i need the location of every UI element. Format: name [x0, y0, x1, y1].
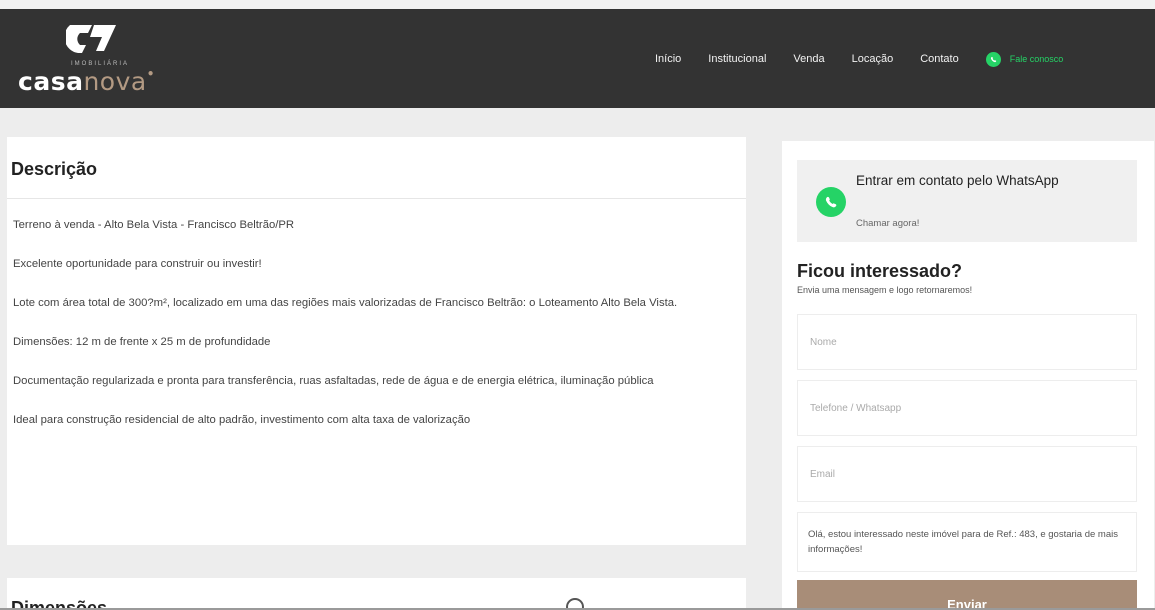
logo-word-nova: nova — [83, 67, 147, 96]
contact-form-subtitle: Envia uma mensagem e logo retornaremos! — [797, 285, 973, 295]
name-input[interactable] — [797, 314, 1137, 370]
nav-venda[interactable]: Venda — [793, 53, 824, 65]
description-divider — [7, 198, 746, 199]
message-textarea[interactable]: Olá, estou interessado neste imóvel para… — [797, 512, 1137, 572]
logo-wordmark: casanova• — [18, 67, 155, 96]
nav-locacao[interactable]: Locação — [852, 53, 894, 65]
description-paragraph: Excelente oportunidade para construir ou… — [13, 258, 262, 270]
nav-whatsapp-link[interactable]: Fale conosco — [985, 51, 1064, 67]
email-input[interactable] — [797, 446, 1137, 502]
top-strip — [0, 0, 1155, 9]
dimensions-card: Dimensões — [7, 578, 746, 610]
whatsapp-icon — [816, 187, 846, 217]
description-paragraph: Terreno à venda - Alto Bela Vista - Fran… — [13, 219, 295, 231]
logo-registered-icon: • — [146, 67, 155, 81]
contact-form-title: Ficou interessado? — [797, 261, 963, 281]
description-paragraph: Documentação regularizada e pronta para … — [13, 375, 654, 387]
send-button[interactable]: Enviar — [797, 580, 1137, 610]
description-paragraph: Lote com área total de 300?m², localizad… — [13, 297, 678, 309]
phone-input[interactable] — [797, 380, 1137, 436]
nav-whatsapp-label: Fale conosco — [1009, 54, 1064, 64]
nav-inicio[interactable]: Início — [655, 53, 681, 65]
description-title: Descrição — [11, 159, 98, 179]
description-card: Descrição Terreno à venda - Alto Bela Vi… — [7, 137, 746, 545]
site-header: IMOBILIÁRIA casanova• Início Institucion… — [0, 9, 1155, 108]
whatsapp-icon — [985, 51, 1001, 67]
nav-contato[interactable]: Contato — [920, 53, 959, 65]
casanova-logo[interactable]: IMOBILIÁRIA casanova• — [18, 21, 188, 101]
logo-word-casa: casa — [18, 67, 84, 96]
description-paragraph: Dimensões: 12 m de frente x 25 m de prof… — [13, 336, 271, 348]
description-body: Terreno à venda - Alto Bela Vista - Fran… — [13, 215, 733, 449]
whatsapp-box-title: Entrar em contato pelo WhatsApp — [856, 173, 1059, 188]
main-nav: Início Institucional Venda Locação Conta… — [655, 49, 1063, 69]
whatsapp-box-subtitle: Chamar agora! — [856, 218, 920, 229]
description-paragraph: Ideal para construção residencial de alt… — [13, 414, 471, 426]
logo-mark-icon — [66, 25, 116, 53]
whatsapp-contact-box[interactable]: Entrar em contato pelo WhatsApp Chamar a… — [797, 160, 1137, 242]
nav-institucional[interactable]: Institucional — [708, 53, 766, 65]
